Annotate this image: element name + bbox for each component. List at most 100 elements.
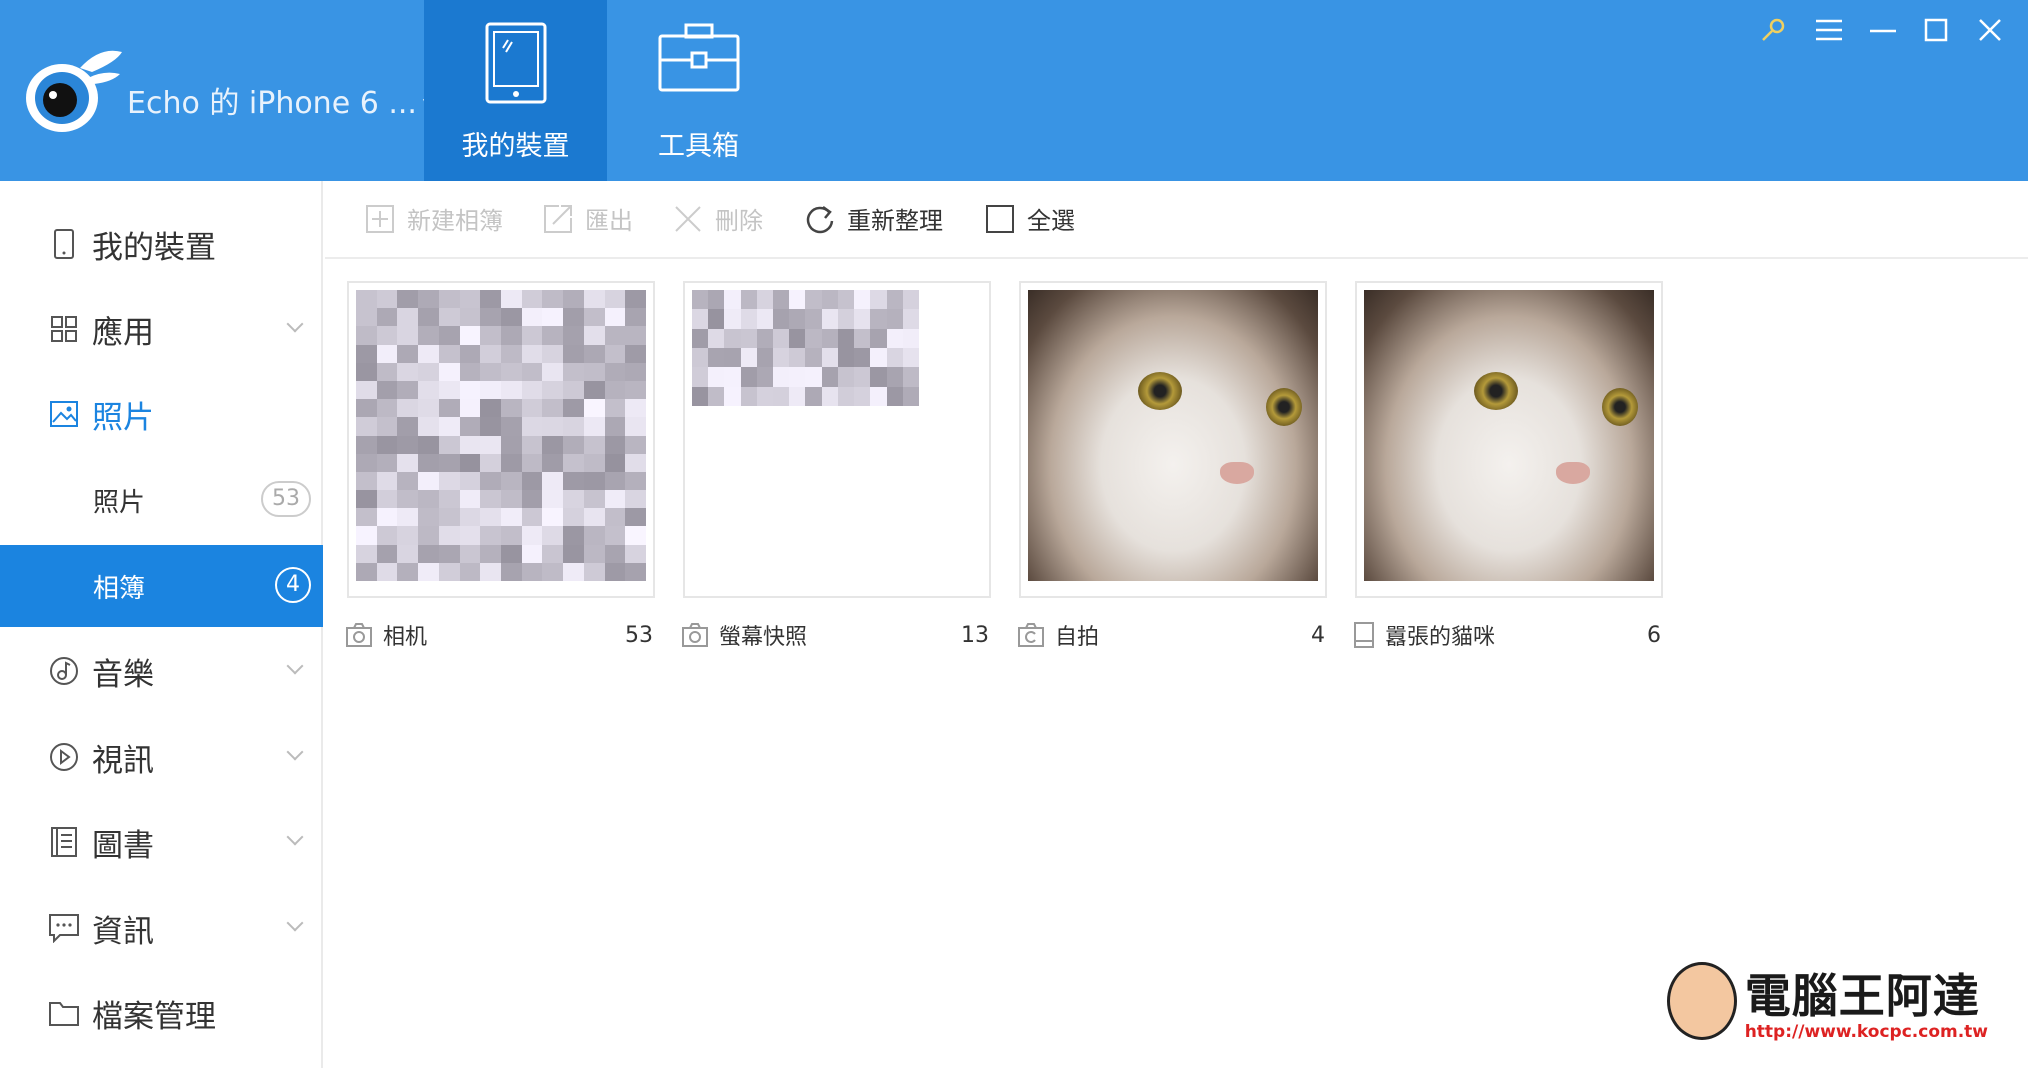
pixel-block (376, 453, 398, 472)
sidebar-item-all-photos[interactable]: 照片 53 (0, 459, 323, 541)
sidebar-item-my-device[interactable]: 我的裝置 (0, 203, 323, 285)
pixel-block (500, 453, 522, 472)
plus-box-icon (366, 204, 394, 233)
pixel-block (542, 471, 564, 491)
pixel-block (418, 435, 439, 454)
pixel-block (500, 435, 522, 454)
pixel-block (418, 326, 439, 345)
pixel-block (773, 386, 790, 406)
pixel-block (563, 562, 584, 581)
close-button[interactable] (1970, 14, 2010, 46)
pixel-block (773, 367, 790, 387)
album-thumbnail (692, 290, 919, 406)
pixel-block (854, 348, 871, 368)
album-name: 相机 (383, 625, 428, 650)
album-card-camera[interactable] (347, 281, 655, 598)
album-count: 6 (1647, 622, 1661, 648)
pixel-block (459, 326, 481, 345)
pixel-block (356, 290, 377, 309)
pixel-block (480, 399, 501, 418)
pixel-block (397, 417, 419, 436)
pixel-block (902, 348, 919, 368)
sidebar-item-books[interactable]: 圖書 (0, 801, 323, 883)
pixel-block (397, 471, 419, 491)
sidebar-item-file-manager[interactable]: 檔案管理 (0, 972, 323, 1054)
pixel-block (480, 508, 501, 527)
album-card-selfies[interactable] (1019, 281, 1327, 598)
pixel-block (438, 508, 460, 527)
pixel-block (521, 344, 543, 363)
pixel-block (789, 309, 806, 329)
pixel-block (708, 328, 725, 348)
delete-button[interactable]: 刪除 (673, 201, 763, 236)
pixel-block (708, 367, 725, 387)
pixel-block (438, 290, 460, 309)
pixel-block (418, 290, 439, 309)
pin-button[interactable] (1753, 14, 1793, 46)
sidebar-item-photos[interactable]: 照片 (0, 373, 323, 455)
pixel-block (418, 471, 439, 491)
album-thumbnail (1364, 290, 1654, 581)
pixel-block (521, 290, 543, 309)
pixel-block (821, 290, 838, 310)
pixel-block (870, 348, 887, 368)
pixel-block (418, 362, 439, 381)
pixel-block (625, 399, 646, 418)
pixel-block (583, 417, 605, 436)
menu-button[interactable] (1809, 14, 1849, 46)
album-card-screenshots[interactable] (683, 281, 991, 598)
export-button[interactable]: 匯出 (543, 201, 633, 236)
pixel-block (542, 526, 564, 545)
music-icon (44, 656, 84, 686)
pixel-block (480, 308, 501, 327)
sidebar-item-music[interactable]: 音樂 (0, 630, 323, 712)
pixel-block (604, 308, 626, 327)
select-all-checkbox[interactable]: 全選 (985, 201, 1075, 236)
tab-label: 工具箱 (658, 131, 739, 162)
pixel-block (438, 417, 460, 436)
pixel-block (356, 508, 377, 527)
pixel-block (521, 526, 543, 545)
sidebar-item-apps[interactable]: 應用 (0, 288, 323, 370)
pixel-block (521, 490, 543, 509)
folder-icon (44, 999, 84, 1027)
pixel-block (500, 399, 522, 418)
pixel-block (438, 544, 460, 563)
pixel-block (397, 435, 419, 454)
sidebar-item-messages[interactable]: 資訊 (0, 887, 323, 969)
device-selector[interactable]: Echo 的 iPhone 6 ...▼ (127, 78, 438, 122)
pixel-block (521, 508, 543, 527)
pixel-block (418, 544, 439, 563)
pixel-block (500, 326, 522, 345)
album-name: 螢幕快照 (719, 625, 808, 650)
pixel-block (854, 367, 871, 387)
pixel-block (480, 562, 501, 581)
maximize-button[interactable] (1916, 14, 1956, 46)
pixel-block (604, 380, 626, 400)
pixel-block (356, 453, 377, 472)
album-card-cats[interactable] (1355, 281, 1663, 598)
pixel-block (542, 417, 564, 436)
chevron-down-icon (286, 315, 304, 333)
delete-x-icon (675, 205, 701, 232)
sidebar-item-albums[interactable]: 相簿 4 (0, 545, 323, 627)
pixel-block (521, 362, 543, 381)
pixel-block (480, 417, 501, 436)
refresh-button[interactable]: 重新整理 (805, 201, 943, 236)
tab-toolbox[interactable]: 工具箱 (607, 0, 790, 181)
pixel-block (542, 380, 564, 400)
watermark: 電腦王阿達 http://www.kocpc.com.tw (1666, 960, 1988, 1042)
pixel-block (563, 399, 584, 418)
sidebar-item-video[interactable]: 視訊 (0, 716, 323, 798)
sidebar-item-label: 資訊 (92, 913, 154, 950)
pixel-block (870, 328, 887, 348)
pixel-block (542, 344, 564, 363)
tab-my-device[interactable]: 我的裝置 (424, 0, 607, 181)
photo-icon (44, 400, 84, 428)
pixel-block (740, 309, 757, 329)
pixel-block (376, 490, 398, 509)
minimize-button[interactable] (1863, 14, 1903, 46)
pixel-block (740, 328, 757, 348)
pixel-block (438, 490, 460, 509)
new-album-button[interactable]: 新建相簿 (365, 201, 503, 236)
